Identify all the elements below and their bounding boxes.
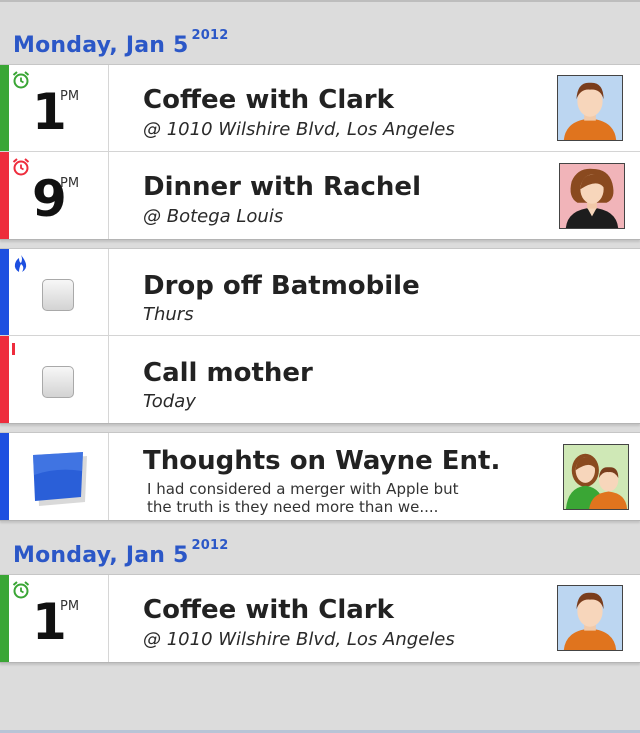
event-ampm: PM bbox=[60, 89, 80, 104]
note-line: the truth is they need more than we.... bbox=[147, 498, 439, 516]
event-time: 1 PM bbox=[32, 597, 79, 647]
blue-stripe bbox=[0, 249, 9, 335]
flame-icon bbox=[14, 255, 27, 272]
task-due: Thurs bbox=[143, 304, 194, 325]
alarm-clock-icon bbox=[12, 581, 30, 599]
divider bbox=[108, 65, 109, 151]
note-preview: I had considered a merger with Apple but… bbox=[147, 480, 459, 516]
divider bbox=[108, 336, 109, 423]
event-title: Dinner with Rachel bbox=[143, 172, 421, 202]
green-stripe bbox=[0, 65, 9, 151]
man-avatar[interactable] bbox=[557, 75, 623, 141]
day-label: Monday, Jan 5 bbox=[13, 33, 189, 58]
event-location: @ 1010 Wilshire Blvd, Los Angeles bbox=[143, 629, 455, 650]
event-ampm: PM bbox=[60, 176, 80, 191]
event-time: 1 PM bbox=[32, 87, 79, 137]
exclamation-icon bbox=[12, 343, 15, 355]
event-location: @ Botega Louis bbox=[143, 206, 284, 227]
task-checkbox[interactable] bbox=[42, 366, 74, 398]
blue-stripe bbox=[0, 433, 9, 520]
red-stripe bbox=[0, 336, 9, 423]
event-row[interactable]: 1 PM Coffee with Clark @ 1010 Wilshire B… bbox=[0, 65, 640, 152]
task-row[interactable]: Call mother Today bbox=[0, 336, 640, 423]
alarm-clock-icon bbox=[12, 71, 30, 89]
woman-avatar[interactable] bbox=[559, 163, 625, 229]
event-location: @ 1010 Wilshire Blvd, Los Angeles bbox=[143, 119, 455, 140]
sticky-note-icon bbox=[33, 452, 87, 506]
note-title: Thoughts on Wayne Ent. bbox=[143, 446, 501, 476]
red-stripe bbox=[0, 152, 9, 239]
day-header: Monday, Jan 5 2012 bbox=[0, 2, 640, 64]
event-title: Coffee with Clark bbox=[143, 85, 394, 115]
event-ampm: PM bbox=[60, 599, 80, 614]
note-line: I had considered a merger with Apple but bbox=[147, 480, 459, 498]
green-stripe bbox=[0, 575, 9, 662]
event-time: 9 PM bbox=[32, 174, 79, 224]
day-label: Monday, Jan 5 bbox=[13, 543, 189, 568]
events-group: 1 PM Coffee with Clark @ 1010 Wilshire B… bbox=[0, 64, 640, 240]
year-label: 2012 bbox=[191, 28, 229, 43]
task-due: Today bbox=[143, 391, 196, 412]
event-row[interactable]: 9 PM Dinner with Rachel @ Botega Louis bbox=[0, 152, 640, 239]
couple-avatar[interactable] bbox=[563, 444, 629, 510]
events-group: 1 PM Coffee with Clark @ 1010 Wilshire B… bbox=[0, 574, 640, 663]
day-header: Monday, Jan 5 2012 bbox=[0, 521, 640, 574]
year-label: 2012 bbox=[191, 538, 229, 553]
divider bbox=[108, 575, 109, 662]
divider bbox=[108, 152, 109, 239]
task-checkbox[interactable] bbox=[42, 279, 74, 311]
tasks-group: Drop off Batmobile Thurs Call mother Tod… bbox=[0, 248, 640, 424]
divider bbox=[108, 433, 109, 520]
task-title: Drop off Batmobile bbox=[143, 271, 420, 301]
task-row[interactable]: Drop off Batmobile Thurs bbox=[0, 249, 640, 336]
man-avatar[interactable] bbox=[557, 585, 623, 651]
task-title: Call mother bbox=[143, 358, 313, 388]
alarm-clock-icon bbox=[12, 158, 30, 176]
event-title: Coffee with Clark bbox=[143, 595, 394, 625]
note-row[interactable]: Thoughts on Wayne Ent. I had considered … bbox=[0, 433, 640, 520]
event-row[interactable]: 1 PM Coffee with Clark @ 1010 Wilshire B… bbox=[0, 575, 640, 662]
divider bbox=[108, 249, 109, 335]
note-group: Thoughts on Wayne Ent. I had considered … bbox=[0, 432, 640, 521]
